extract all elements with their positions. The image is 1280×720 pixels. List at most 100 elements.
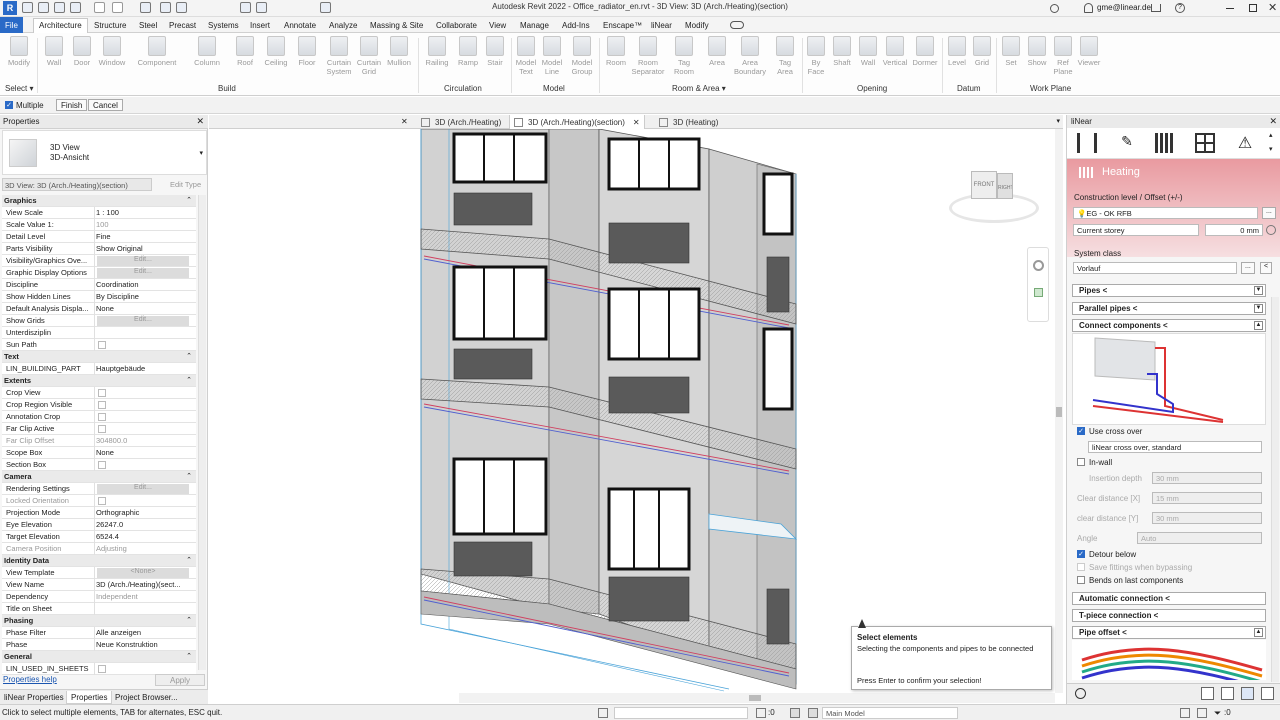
property-row[interactable]: Far Clip Active (2, 423, 196, 435)
property-row[interactable]: Unterdisziplin (2, 327, 196, 339)
viewer-button[interactable]: Viewer (1074, 36, 1104, 67)
navigation-bar[interactable] (1027, 247, 1049, 322)
property-checkbox[interactable] (98, 425, 106, 433)
close-icon[interactable]: ✕ (1268, 1, 1277, 14)
steering-wheel-icon[interactable] (1033, 260, 1044, 271)
tool-c-icon[interactable] (1241, 687, 1254, 700)
offset-input[interactable]: 0 mm (1205, 224, 1263, 236)
property-row[interactable]: Rendering Settings Edit... (2, 483, 196, 495)
grid-view-icon[interactable] (1195, 133, 1215, 153)
vertical-opening-button[interactable]: Vertical (880, 36, 910, 67)
tab-add-ins[interactable]: Add-Ins (557, 19, 595, 33)
property-row[interactable]: Dependency Independent (2, 591, 196, 603)
property-value[interactable]: Alle anzeigen (96, 628, 191, 637)
tab-view-arch-heating[interactable]: 3D (Arch./Heating) (417, 115, 505, 129)
close-icon[interactable]: ✕ (633, 118, 640, 127)
property-row[interactable]: Section Box (2, 459, 196, 471)
close-icon[interactable]: ✕ (196, 116, 204, 127)
pencil-icon[interactable]: ✎ (1117, 133, 1137, 153)
property-row[interactable]: Show Hidden Lines By Discipline (2, 291, 196, 303)
save-fittings-checkbox[interactable] (1077, 563, 1085, 571)
ramp-button[interactable]: Ramp (455, 36, 481, 67)
cart-icon[interactable] (1151, 4, 1161, 12)
collapse-icon[interactable]: ⌃ (186, 556, 192, 564)
property-checkbox[interactable] (98, 341, 106, 349)
design-options-icon[interactable] (808, 708, 818, 718)
property-row[interactable]: Camera Position Adjusting (2, 543, 196, 555)
settings-sliders-icon[interactable] (1077, 133, 1097, 153)
clear-distance-x-input[interactable]: 15 mm (1152, 492, 1262, 504)
property-value[interactable]: Independent (96, 592, 191, 601)
property-group[interactable]: Camera ⌃ (2, 471, 196, 483)
tab-manage[interactable]: Manage (515, 19, 554, 33)
wall-button[interactable]: Wall (40, 36, 68, 67)
angle-select[interactable]: Auto (1137, 532, 1262, 544)
viewcube-right[interactable]: RIGHT (997, 173, 1013, 199)
warning-icon[interactable]: ⚠ (1235, 133, 1255, 153)
radiator-icon[interactable] (1155, 133, 1175, 153)
collapse-icon[interactable]: ⌃ (186, 196, 192, 204)
cross-over-type-select[interactable]: liNear cross over, standard (1088, 441, 1262, 453)
tab-view-heating[interactable]: 3D (Heating) (655, 115, 722, 129)
property-row[interactable]: Phase Neue Konstruktion (2, 639, 196, 651)
ref-plane-button[interactable]: Ref Plane (1050, 36, 1076, 76)
collapse-icon[interactable]: ⌃ (186, 616, 192, 624)
property-checkbox[interactable] (98, 389, 106, 397)
3d-view-canvas[interactable]: FRONT RIGHT (209, 129, 1063, 703)
connect-components-section[interactable]: Connect components < ▲ (1072, 319, 1266, 332)
tab-structure[interactable]: Structure (89, 19, 131, 33)
use-cross-over-checkbox[interactable]: ✓ (1077, 427, 1085, 435)
property-value[interactable]: 304800.0 (96, 436, 191, 445)
property-row[interactable]: View Scale 1 : 100 (2, 207, 196, 219)
shaft-button[interactable]: Shaft (829, 36, 855, 67)
editable-only-icon[interactable] (790, 708, 800, 718)
tab-annotate[interactable]: Annotate (279, 19, 321, 33)
detour-below-checkbox[interactable]: ✓ (1077, 550, 1085, 558)
property-row[interactable]: Eye Elevation 26247.0 (2, 519, 196, 531)
property-row[interactable]: Far Clip Offset 304800.0 (2, 435, 196, 447)
construction-level-select[interactable]: 💡EG - OK RFB (1073, 207, 1258, 219)
properties-scrollbar[interactable] (198, 195, 206, 670)
property-group[interactable]: Phasing ⌃ (2, 615, 196, 627)
close-icon[interactable]: ✕ (1269, 116, 1277, 127)
property-row[interactable]: Locked Orientation (2, 495, 196, 507)
pipe-offset-section[interactable]: Pipe offset < ▲ (1072, 626, 1266, 639)
property-value[interactable]: Adjusting (96, 544, 191, 553)
tool-b-icon[interactable] (1221, 687, 1234, 700)
property-value[interactable]: Orthographic (96, 508, 191, 517)
pick-level-icon[interactable] (1266, 225, 1276, 235)
mullion-button[interactable]: Mullion (384, 36, 414, 67)
tabs-menu-icon[interactable]: ▾ (1056, 117, 1060, 125)
property-group[interactable]: Text ⌃ (2, 351, 196, 363)
property-edit-button[interactable]: Edit... (97, 256, 189, 266)
worksets-icon[interactable] (598, 708, 608, 718)
user-icon[interactable] (1084, 3, 1093, 13)
edit-type-button[interactable]: Edit Type (170, 180, 201, 189)
linear-scrollbar[interactable] (1271, 297, 1279, 682)
select-pinned-icon[interactable] (1197, 708, 1207, 718)
property-row[interactable]: Scale Value 1: 100 (2, 219, 196, 231)
chevron-down-icon[interactable]: ▾ (1269, 145, 1273, 153)
viewcube-front[interactable]: FRONT (971, 171, 997, 199)
tab-file[interactable]: File (0, 17, 23, 33)
zoom-icon[interactable] (1034, 288, 1043, 297)
tab-project-browser[interactable]: Project Browser... (111, 691, 182, 704)
tool-a-icon[interactable] (1201, 687, 1214, 700)
tab-massing-site[interactable]: Massing & Site (365, 19, 428, 33)
apply-button[interactable]: Apply (155, 674, 205, 686)
multiple-checkbox[interactable]: ✓ (5, 101, 13, 109)
opening-by-face-button[interactable]: By Face (804, 36, 828, 76)
stair-button[interactable]: Stair (482, 36, 508, 67)
clear-distance-y-input[interactable]: 30 mm (1152, 512, 1262, 524)
curtain-grid-button[interactable]: Curtain Grid (355, 36, 383, 76)
model-text-button[interactable]: Model Text (513, 36, 539, 76)
roof-button[interactable]: Roof (232, 36, 258, 67)
construction-level-more-button[interactable]: ... (1262, 207, 1276, 219)
property-group[interactable]: Graphics ⌃ (2, 195, 196, 207)
property-value[interactable]: By Discipline (96, 292, 191, 301)
property-checkbox[interactable] (98, 413, 106, 421)
property-row[interactable]: Crop Region Visible (2, 399, 196, 411)
property-row[interactable]: Title on Sheet (2, 603, 196, 615)
property-row[interactable]: Phase Filter Alle anzeigen (2, 627, 196, 639)
property-row[interactable]: Crop View (2, 387, 196, 399)
